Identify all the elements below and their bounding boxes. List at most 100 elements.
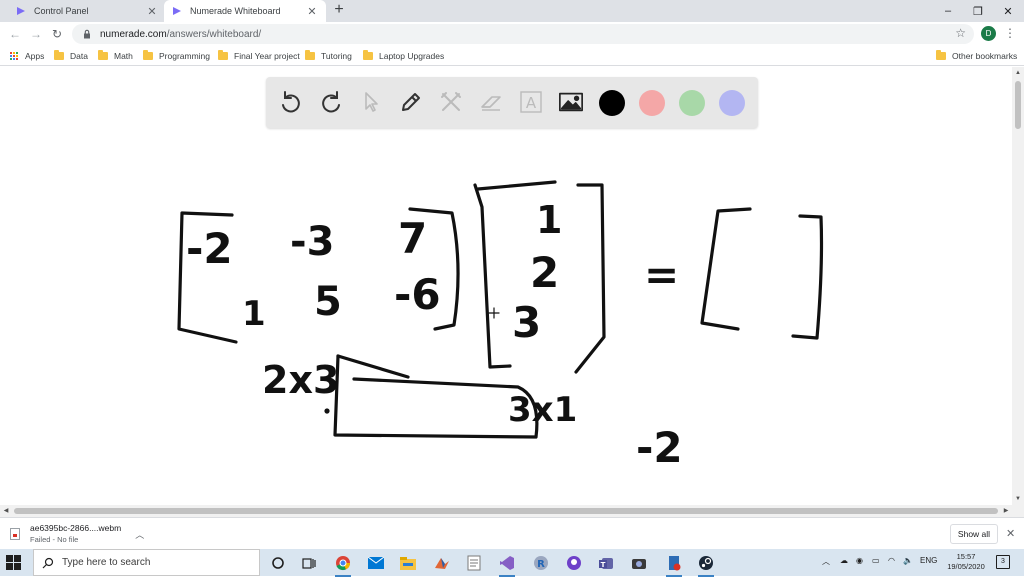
new-tab-button[interactable]: +	[330, 2, 348, 20]
pointer-icon[interactable]	[358, 89, 384, 115]
camera-icon[interactable]	[629, 553, 649, 573]
language-indicator[interactable]: ENG	[920, 556, 937, 565]
bookmark-folder-math[interactable]: Math	[98, 49, 133, 63]
text-icon[interactable]: A	[518, 89, 544, 115]
back-button[interactable]: ←	[6, 25, 24, 43]
cortana-icon[interactable]	[268, 553, 288, 573]
scroll-left-icon[interactable]: ◀	[0, 505, 12, 517]
horizontal-scrollbar[interactable]: ◀ ▶	[0, 505, 1024, 517]
notifications-icon[interactable]: 3	[996, 555, 1010, 569]
tray-chevron-up-icon[interactable]: ︿	[822, 556, 830, 567]
scroll-thumb[interactable]	[14, 508, 998, 514]
volume-icon[interactable]: 🔈	[903, 556, 913, 565]
color-swatch-lavender[interactable]	[719, 90, 745, 116]
numerade-logo-icon	[173, 7, 181, 15]
browser-toolbar: ← → ↻ numerade.com/answers/whiteboard/ ☆	[0, 22, 1024, 46]
windows-taskbar: Type here to search R T ︿ ☁ ◉ ▭ ◠ 🔈 ENG …	[0, 549, 1024, 577]
scroll-thumb[interactable]	[1015, 81, 1021, 129]
download-item[interactable]: ae6395bc-2866....webm Failed - No file ︿	[10, 522, 152, 546]
tab-close-icon[interactable]: ✕	[146, 5, 158, 18]
github-icon[interactable]	[564, 553, 584, 573]
svg-text:T: T	[601, 561, 606, 569]
scroll-up-icon[interactable]: ▲	[1012, 67, 1024, 79]
bookmark-folder-other[interactable]: Other bookmarks	[936, 49, 1017, 63]
undo-icon[interactable]	[278, 89, 304, 115]
equals-sign: =	[644, 250, 679, 299]
color-swatch-black[interactable]	[599, 90, 625, 116]
pen-icon[interactable]	[398, 89, 424, 115]
bookmark-star-icon[interactable]: ☆	[955, 26, 966, 40]
dims-a-label: 2x3	[262, 358, 339, 402]
battery-icon[interactable]: ▭	[872, 556, 880, 565]
maximize-button[interactable]: ❐	[962, 0, 994, 22]
bookmark-label: Math	[114, 51, 133, 61]
tab-close-icon[interactable]: ✕	[306, 5, 318, 18]
reload-button[interactable]: ↻	[48, 25, 66, 43]
folder-icon	[143, 50, 153, 60]
wifi-icon[interactable]: ◠	[888, 556, 895, 565]
image-icon[interactable]	[558, 89, 584, 115]
address-bar[interactable]: numerade.com/answers/whiteboard/ ☆	[72, 24, 974, 44]
search-icon	[42, 557, 54, 568]
tab-control-panel[interactable]: Control Panel ✕	[8, 0, 166, 22]
onedrive-icon[interactable]: ☁	[840, 556, 848, 565]
mail-icon[interactable]	[366, 553, 386, 573]
close-window-button[interactable]: ✕	[992, 0, 1024, 22]
scroll-right-icon[interactable]: ▶	[1000, 505, 1012, 517]
r-language-icon[interactable]: R	[531, 553, 551, 573]
forward-button[interactable]: →	[27, 25, 45, 43]
cursor-crosshair	[488, 307, 500, 319]
recorder-icon[interactable]	[664, 553, 684, 577]
dot-stroke	[324, 408, 330, 414]
bookmark-folder-tutoring[interactable]: Tutoring	[305, 49, 352, 63]
profile-avatar[interactable]: D	[981, 26, 996, 41]
tab-title: Control Panel	[34, 6, 89, 16]
chevron-up-icon[interactable]: ︿	[135, 528, 144, 541]
bookmark-apps[interactable]: Apps	[10, 49, 44, 63]
vector-b-entry: 3	[512, 298, 541, 347]
steam-icon[interactable]	[696, 553, 716, 577]
folder-icon	[363, 50, 373, 60]
notepad-icon[interactable]	[464, 553, 484, 573]
taskbar-clock[interactable]: 15:57 19/05/2020	[946, 552, 986, 572]
svg-text:R: R	[537, 559, 545, 570]
color-swatch-pink[interactable]	[639, 90, 665, 116]
whiteboard-canvas[interactable]: -2 -3 7 1 5 -6 1 2 3 = 2x3 3x1 -2	[0, 67, 1012, 505]
whiteboard-page: -2 -3 7 1 5 -6 1 2 3 = 2x3 3x1 -2 A	[0, 67, 1012, 505]
browser-menu-icon[interactable]: ⋮	[1004, 26, 1016, 41]
file-explorer-icon[interactable]	[398, 553, 418, 573]
redo-icon[interactable]	[318, 89, 344, 115]
eraser-icon[interactable]	[478, 89, 504, 115]
whiteboard-toolbar: A	[266, 77, 758, 128]
bracket-stroke	[574, 183, 606, 374]
scratch-value: -2	[636, 423, 683, 472]
close-icon[interactable]: ✕	[1006, 527, 1015, 540]
matrix-a-entry: 7	[398, 214, 427, 263]
chrome-icon[interactable]	[333, 553, 353, 577]
tab-numerade-whiteboard[interactable]: Numerade Whiteboard ✕	[164, 0, 326, 22]
matrix-a-entry: 5	[314, 279, 342, 325]
clock-time: 15:57	[956, 552, 976, 561]
bookmark-folder-data[interactable]: Data	[54, 49, 88, 63]
show-all-button[interactable]: Show all	[950, 524, 998, 544]
windows-start-icon[interactable]	[6, 555, 22, 571]
teams-icon[interactable]: T	[596, 553, 616, 573]
tools-icon[interactable]	[438, 89, 464, 115]
taskbar-search[interactable]: Type here to search	[33, 549, 260, 576]
folder-icon	[218, 50, 228, 60]
vertical-scrollbar[interactable]: ▲ ▼	[1012, 67, 1024, 505]
bookmark-folder-laptop-upgrades[interactable]: Laptop Upgrades	[363, 49, 444, 63]
minimize-button[interactable]: –	[932, 0, 964, 22]
file-icon	[10, 528, 20, 540]
text-tool-glyph: A	[526, 94, 537, 112]
bookmark-folder-final-year-project[interactable]: Final Year project	[218, 49, 300, 63]
bookmark-label: Tutoring	[321, 51, 352, 61]
task-view-icon[interactable]	[299, 553, 319, 573]
matlab-icon[interactable]	[432, 553, 452, 573]
color-swatch-green[interactable]	[679, 90, 705, 116]
visual-studio-icon[interactable]	[497, 553, 517, 577]
shield-icon[interactable]: ◉	[856, 556, 863, 565]
bookmark-label: Apps	[25, 51, 45, 61]
bookmark-folder-programming[interactable]: Programming	[143, 49, 210, 63]
scroll-down-icon[interactable]: ▼	[1012, 493, 1024, 505]
